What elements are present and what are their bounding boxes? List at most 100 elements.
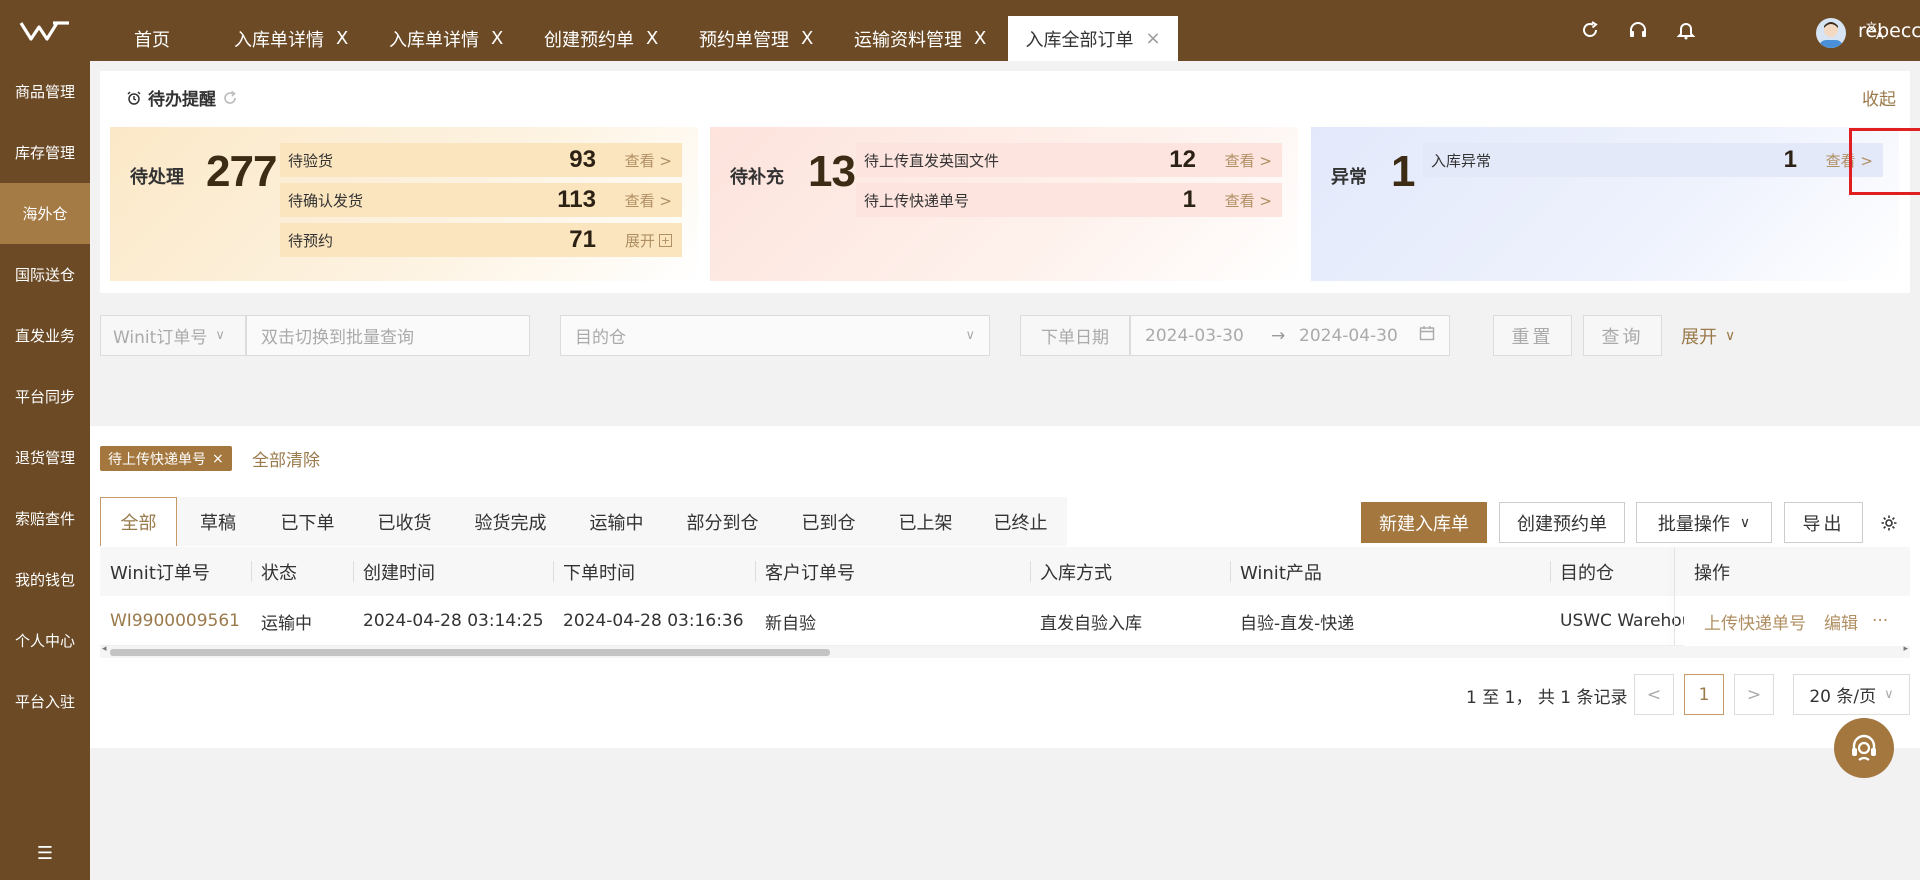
prev-page-button[interactable]: <: [1634, 674, 1674, 715]
row-label: 入库异常: [1431, 151, 1492, 170]
sidebar-item-platform-join[interactable]: 平台入驻: [0, 671, 90, 732]
status-tab-received[interactable]: 已收货: [356, 497, 453, 546]
clear-all-link[interactable]: 全部清除: [252, 446, 320, 471]
row-label: 待验货: [288, 151, 334, 170]
translate-icon[interactable]: 文A: [1864, 18, 1888, 42]
tab-label: 运输资料管理: [854, 29, 962, 51]
customer-service-button[interactable]: [1834, 718, 1894, 778]
sidebar-item-direct[interactable]: 直发业务: [0, 305, 90, 366]
expand-label: 展开: [624, 231, 655, 250]
more-icon[interactable]: ···: [1872, 611, 1888, 631]
status-tab-shelved[interactable]: 已上架: [877, 497, 974, 546]
status-tab-terminated[interactable]: 已终止: [974, 497, 1067, 546]
card-label: 待补充: [730, 167, 784, 188]
scroll-left-icon[interactable]: ◂: [102, 644, 107, 654]
create-appointment-button[interactable]: 创建预约单: [1499, 502, 1625, 543]
view-link[interactable]: 查看 >: [625, 150, 672, 171]
tab-appointment-mgmt[interactable]: 预约单管理 X: [699, 16, 813, 61]
sidebar-item-inventory[interactable]: 库存管理: [0, 122, 90, 183]
page-size-value: 20 条/页: [1809, 687, 1877, 707]
view-link[interactable]: 查看 >: [625, 190, 672, 211]
todo-panel: 待办提醒 收起 待处理 277 待验货 93 查看 > 待确认发货 113 查看…: [100, 71, 1910, 293]
headset-icon[interactable]: [1626, 18, 1650, 42]
upload-tracking-link[interactable]: 上传快递单号: [1704, 609, 1806, 634]
query-button[interactable]: 查询: [1583, 315, 1662, 356]
order-number-link[interactable]: WI9900009561: [100, 596, 251, 646]
logo[interactable]: [0, 0, 90, 61]
close-icon[interactable]: X: [801, 28, 813, 49]
sidebar-item-wallet[interactable]: 我的钱包: [0, 549, 90, 610]
row-label: 待确认发货: [288, 191, 364, 210]
status-tab-inspected[interactable]: 验货完成: [453, 497, 568, 546]
column-header: 下单时间: [563, 562, 635, 584]
view-link[interactable]: 查看 >: [1225, 190, 1272, 211]
todo-row-uk-docs: 待上传直发英国文件 12 查看 >: [856, 143, 1282, 177]
tab-inbound-detail-2[interactable]: 入库单详情 X: [389, 16, 503, 61]
batch-query-input[interactable]: 双击切换到批量查询: [246, 315, 530, 356]
scrollbar-thumb[interactable]: [110, 649, 830, 656]
expand-filters-link[interactable]: 展开 ∨: [1681, 323, 1735, 349]
sidebar-item-international[interactable]: 国际送仓: [0, 244, 90, 305]
sidebar-item-claims[interactable]: 索赔查件: [0, 488, 90, 549]
export-button[interactable]: 导出: [1784, 502, 1863, 543]
todo-card-supplement: 待补充 13 待上传直发英国文件 12 查看 > 待上传快递单号 1 查看 >: [710, 127, 1298, 281]
horizontal-scrollbar[interactable]: ◂ ▸: [100, 644, 1910, 658]
date-range-picker[interactable]: 2024-03-30 → 2024-04-30: [1130, 315, 1450, 356]
status-tab-draft[interactable]: 草稿: [177, 497, 259, 546]
close-icon[interactable]: ×: [1145, 28, 1160, 49]
pagination: 1 至 1， 共 1 条记录 < 1 > 20 条/页 ∨: [90, 674, 1920, 718]
tab-inbound-detail-1[interactable]: 入库单详情 X: [234, 16, 348, 61]
view-link[interactable]: 查看 >: [1225, 150, 1272, 171]
column-header: 操作: [1684, 547, 1910, 596]
table-row[interactable]: WI9900009561 运输中 2024-04-28 03:14:25 202…: [100, 596, 1910, 646]
close-icon[interactable]: ×: [212, 451, 224, 467]
next-page-button[interactable]: >: [1734, 674, 1774, 715]
settings-gear-icon[interactable]: [1880, 514, 1898, 537]
status-tab-all[interactable]: 全部: [100, 497, 177, 546]
tab-home[interactable]: 首页: [134, 16, 170, 61]
status-tab-ordered[interactable]: 已下单: [259, 497, 356, 546]
sidebar-item-products[interactable]: 商品管理: [0, 61, 90, 122]
filter-chip[interactable]: 待上传快递单号 ×: [100, 446, 232, 471]
collapse-link[interactable]: 收起: [1862, 85, 1896, 110]
sidebar-item-overseas-warehouse[interactable]: 海外仓: [0, 183, 90, 244]
tab-create-appointment[interactable]: 创建预约单 X: [544, 16, 658, 61]
avatar[interactable]: [1816, 18, 1846, 48]
close-icon[interactable]: X: [491, 28, 503, 49]
calendar-icon: [1419, 325, 1435, 346]
edit-link[interactable]: 编辑: [1824, 609, 1858, 634]
status-tab-in-transit[interactable]: 运输中: [568, 497, 665, 546]
warehouse-select[interactable]: 目的仓 ∨: [560, 315, 990, 356]
sidebar-item-platform-sync[interactable]: 平台同步: [0, 366, 90, 427]
sidebar-item-label: 国际送仓: [14, 266, 75, 284]
refresh-icon[interactable]: [1578, 18, 1602, 42]
tab-all-inbound-orders[interactable]: 入库全部订单 ×: [1008, 16, 1178, 61]
close-icon[interactable]: X: [336, 28, 348, 49]
todo-card-exception: 异常 1 入库异常 1 查看 >: [1311, 127, 1899, 281]
close-icon[interactable]: X: [974, 28, 986, 49]
order-time-cell: 2024-04-28 03:16:36: [563, 611, 744, 631]
bell-icon[interactable]: [1674, 18, 1698, 42]
page-number-button[interactable]: 1: [1684, 674, 1724, 715]
new-inbound-button[interactable]: 新建入库单: [1361, 502, 1487, 543]
status-tab-arrived[interactable]: 已到仓: [780, 497, 877, 546]
date-type-label[interactable]: 下单日期: [1020, 315, 1130, 356]
reset-button[interactable]: 重置: [1493, 315, 1572, 356]
tab-transport-docs[interactable]: 运输资料管理 X: [854, 16, 986, 61]
batch-ops-button[interactable]: 批量操作 ∨: [1636, 502, 1772, 543]
sidebar-item-returns[interactable]: 退货管理: [0, 427, 90, 488]
sidebar-item-label: 库存管理: [14, 144, 75, 162]
menu-collapse-icon[interactable]: ☰: [0, 843, 90, 864]
refresh-icon[interactable]: [222, 90, 238, 106]
created-time-cell: 2024-04-28 03:14:25: [363, 611, 544, 631]
expand-link[interactable]: 展开 +: [625, 230, 672, 251]
status-tab-partial-arrived[interactable]: 部分到仓: [665, 497, 780, 546]
chevron-down-icon: ∨: [1725, 328, 1736, 344]
sidebar-item-label: 直发业务: [14, 327, 75, 345]
close-icon[interactable]: X: [646, 28, 658, 49]
scroll-right-icon[interactable]: ▸: [1903, 644, 1908, 654]
page-size-select[interactable]: 20 条/页 ∨: [1793, 674, 1910, 715]
warehouse-cell: USWC Warehouse: [1560, 611, 1684, 631]
sidebar-item-profile[interactable]: 个人中心: [0, 610, 90, 671]
order-type-select[interactable]: Winit订单号 ∨: [100, 315, 246, 356]
